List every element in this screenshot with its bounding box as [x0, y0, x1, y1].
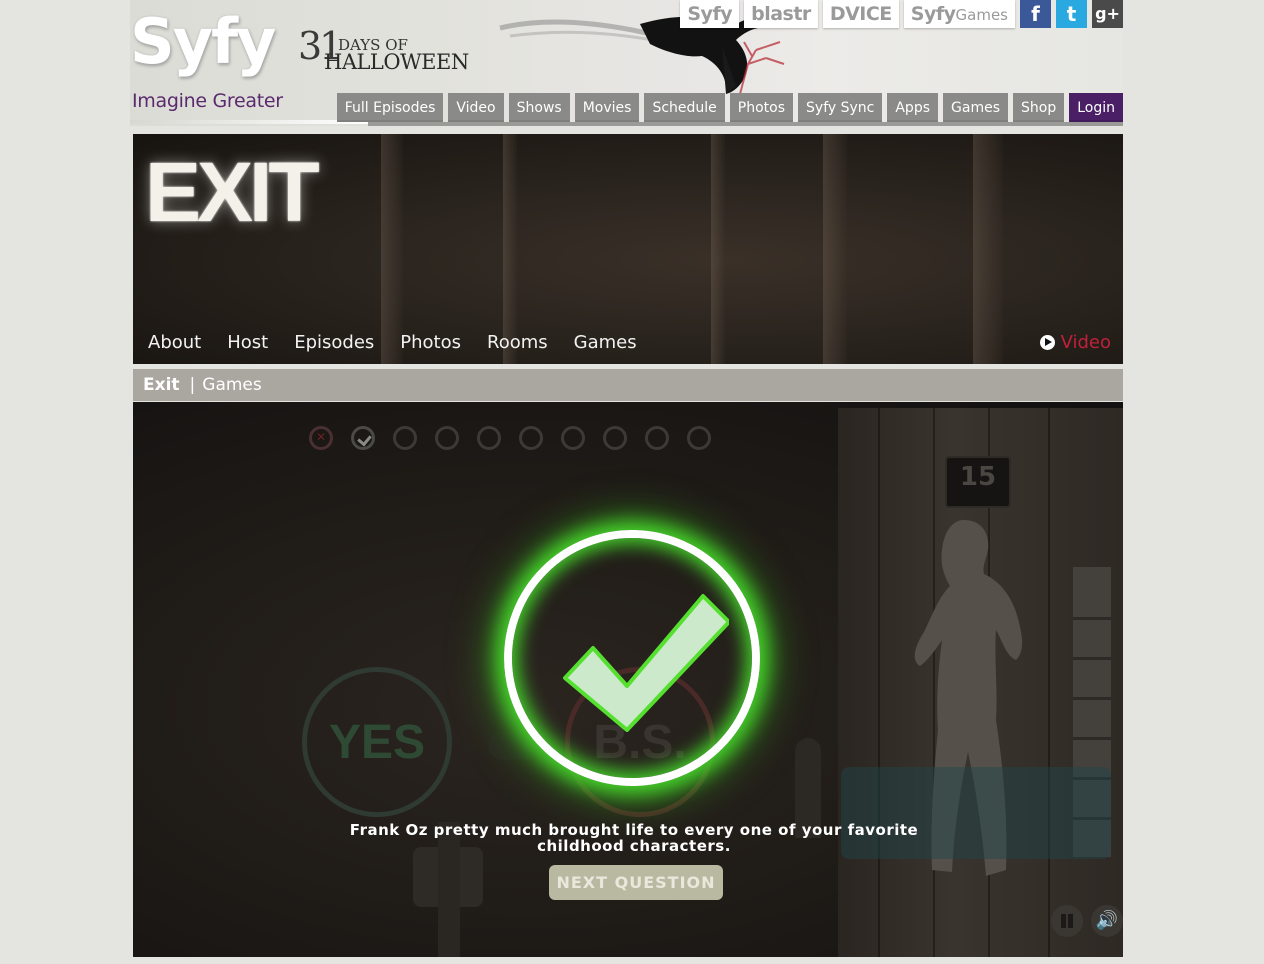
network-tab-label: Syfy — [910, 3, 956, 25]
google-plus-icon[interactable]: g+ — [1092, 0, 1123, 28]
show-nav-photos[interactable]: Photos — [400, 332, 461, 353]
show-nav-about[interactable]: About — [148, 332, 201, 353]
show-nav-games[interactable]: Games — [574, 332, 637, 353]
hero-pillar — [711, 134, 725, 364]
show-nav-rooms[interactable]: Rooms — [487, 332, 548, 353]
logo-tagline: Imagine Greater — [132, 90, 283, 112]
show-video-link[interactable]: Video — [1039, 332, 1111, 353]
nav-full-episodes[interactable]: Full Episodes — [336, 93, 444, 122]
timer-value: 15 — [959, 462, 997, 492]
progress-dot-correct — [351, 426, 375, 450]
yes-answer-button[interactable]: YES — [302, 667, 452, 817]
nav-shelf — [368, 122, 1123, 126]
next-question-button[interactable]: NEXT QUESTION — [549, 865, 723, 900]
hero-pillar — [381, 134, 403, 364]
hero-pillar — [973, 134, 1003, 364]
login-button[interactable]: Login — [1069, 93, 1123, 122]
twitter-icon[interactable]: t — [1056, 0, 1087, 28]
check-icon — [563, 594, 729, 732]
trivia-game-area: 15 YES B.S. Frank Oz pretty much broug — [133, 402, 1123, 957]
nav-movies[interactable]: Movies — [574, 93, 640, 122]
network-tab-syfy[interactable]: Syfy — [680, 0, 740, 28]
hero-pillar — [503, 134, 517, 364]
main-nav: Full Episodes Video Shows Movies Schedul… — [336, 93, 1123, 122]
progress-dot-wrong — [309, 426, 333, 450]
promo-line-2: HALLOWEEN — [324, 50, 469, 74]
nav-photos[interactable]: Photos — [729, 93, 794, 122]
ladder-rung — [1073, 697, 1111, 700]
timer-display: 15 — [945, 456, 1011, 508]
question-text: Frank Oz pretty much brought life to eve… — [349, 821, 919, 855]
progress-dot-empty — [687, 426, 711, 450]
logo-wordmark: Syfy — [130, 5, 276, 78]
ladder-rung — [1073, 737, 1111, 740]
breadcrumb: Exit | Games — [133, 369, 1123, 401]
play-icon — [1039, 335, 1055, 350]
network-tab-blastr[interactable]: blastr — [744, 0, 818, 28]
nav-syfy-sync[interactable]: Syfy Sync — [798, 93, 883, 122]
breadcrumb-separator: | — [189, 375, 196, 395]
show-nav-host[interactable]: Host — [227, 332, 268, 353]
show-title-logo: EXIT — [145, 145, 320, 239]
site-header: Syfy Imagine Greater 31 DAYS OF HALLOWEE… — [130, 0, 1123, 126]
hero-pillar — [823, 134, 847, 364]
nav-games[interactable]: Games — [943, 93, 1008, 122]
show-nav: About Host Episodes Photos Rooms Games — [148, 332, 637, 353]
nav-apps[interactable]: Apps — [887, 93, 939, 122]
show-nav-episodes[interactable]: Episodes — [294, 332, 374, 353]
logo-underline — [130, 120, 370, 124]
ladder-rung — [1073, 657, 1111, 660]
progress-dot-empty — [603, 426, 627, 450]
progress-dot-empty — [645, 426, 669, 450]
network-tab-sublabel: Games — [955, 6, 1008, 24]
door-plank — [878, 408, 880, 957]
breadcrumb-exit[interactable]: Exit — [143, 375, 180, 395]
facebook-icon[interactable]: f — [1020, 0, 1051, 28]
network-tab-label: blastr — [751, 3, 811, 25]
network-tab-syfy-games[interactable]: SyfyGames — [903, 0, 1015, 28]
ladder-rung — [1073, 617, 1111, 620]
breadcrumb-games: Games — [202, 375, 262, 395]
network-tab-label: DVICE — [829, 3, 892, 25]
yes-label: YES — [328, 715, 426, 769]
show-hero-banner: EXIT About Host Episodes Photos Rooms Ga… — [133, 134, 1123, 364]
nav-video[interactable]: Video — [448, 93, 504, 122]
progress-dot-empty — [477, 426, 501, 450]
door-plank — [1048, 408, 1050, 957]
video-link-label: Video — [1060, 332, 1111, 353]
progress-dot-empty — [435, 426, 459, 450]
nav-shop[interactable]: Shop — [1013, 93, 1065, 122]
progress-dot-empty — [519, 426, 543, 450]
halloween-promo-logo[interactable]: 31 DAYS OF HALLOWEEN — [298, 24, 478, 78]
pipe — [488, 732, 528, 760]
network-tab-dvice[interactable]: DVICE — [822, 0, 899, 28]
progress-dot-empty — [393, 426, 417, 450]
question-progress — [309, 426, 711, 450]
nav-shows[interactable]: Shows — [508, 93, 570, 122]
network-tab-label: Syfy — [687, 3, 733, 25]
progress-dot-empty — [561, 426, 585, 450]
sound-icon[interactable]: 🔊 — [1091, 905, 1123, 937]
syfy-logo[interactable]: Syfy Imagine Greater — [130, 2, 283, 112]
pause-icon[interactable] — [1051, 905, 1083, 937]
network-bar: Syfy blastr DVICE SyfyGames f t g+ — [680, 0, 1123, 28]
nav-schedule[interactable]: Schedule — [644, 93, 725, 122]
